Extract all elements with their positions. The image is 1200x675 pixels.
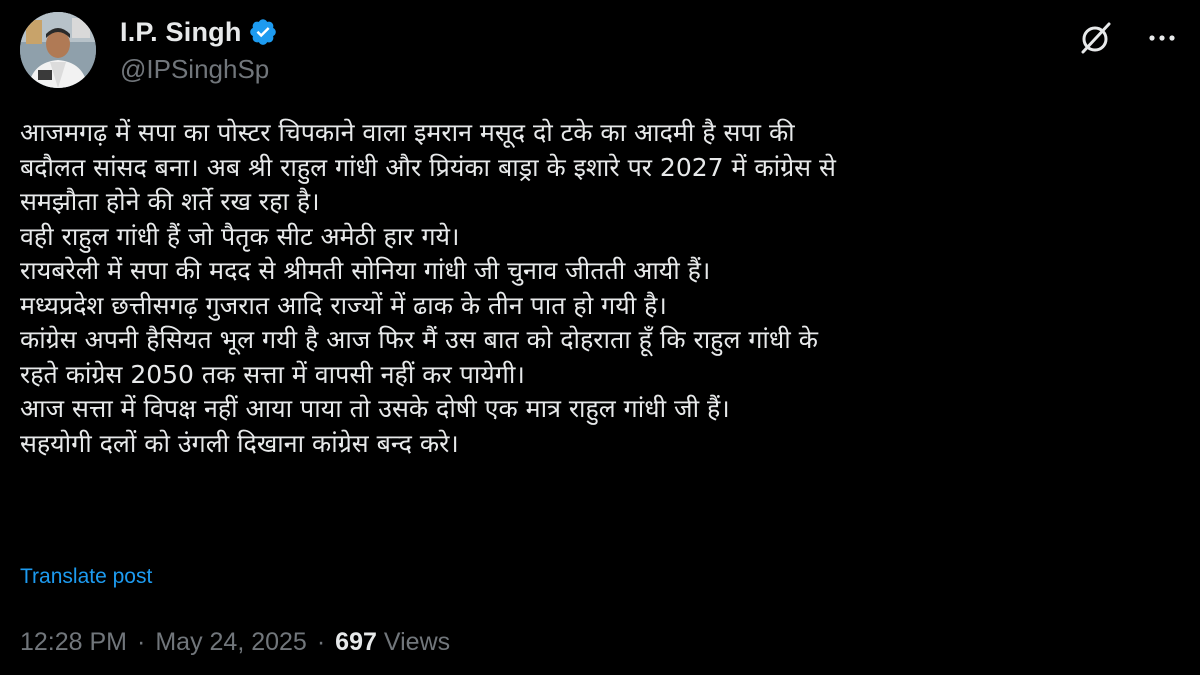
tweet-text-line: रायबरेली में सपा की मदद से श्रीमती सोनिय… — [20, 256, 711, 285]
tweet-text-line: आज सत्ता में विपक्ष नहीं आया पाया तो उसक… — [20, 394, 730, 423]
tweet-text-line: बदौलत सांसद बना। अब श्री राहुल गांधी और … — [20, 152, 836, 182]
header-actions — [1078, 20, 1180, 56]
author-info: I.P. Singh @IPSinghSp — [120, 14, 278, 85]
tweet-text-line: सहयोगी दलों को उंगली दिखाना कांग्रेस बन्… — [20, 428, 459, 458]
separator: · — [137, 628, 146, 656]
author-name[interactable]: I.P. Singh — [120, 17, 242, 48]
separator: · — [316, 628, 326, 656]
grok-icon[interactable] — [1078, 20, 1114, 56]
tweet-text: आजमगढ़ में सपा का पोस्टर चिपकाने वाला इम… — [20, 116, 1180, 461]
post-date[interactable]: May 24, 2025 — [155, 628, 307, 657]
tweet-metadata: 12:28 PM · May 24, 2025 · 697 Views — [20, 628, 450, 657]
views-count[interactable]: 697 — [335, 628, 377, 657]
verified-badge-icon[interactable] — [248, 17, 278, 47]
more-options-icon[interactable] — [1144, 20, 1180, 56]
author-name-row: I.P. Singh — [120, 14, 278, 50]
post-time[interactable]: 12:28 PM — [20, 628, 127, 657]
avatar[interactable] — [20, 12, 96, 88]
tweet-text-line: रहते कांग्रेस 2050 तक सत्ता में वापसी नह… — [20, 359, 525, 389]
tweet-text-line: कांग्रेस अपनी हैसियत भूल गयी है आज फिर म… — [20, 325, 818, 354]
translate-post-link[interactable]: Translate post — [20, 565, 152, 589]
tweet-text-line: मध्यप्रदेश छत्तीसगढ़ गुजरात आदि राज्यों … — [20, 290, 667, 320]
tweet-text-line: आजमगढ़ में सपा का पोस्टर चिपकाने वाला इम… — [20, 118, 795, 147]
tweet-text-line: वही राहुल गांधी हैं जो पैतृक सीट अमेठी ह… — [20, 221, 460, 251]
tweet-text-line: समझौता होने की शर्ते रख रहा है। — [20, 187, 320, 216]
author-handle[interactable]: @IPSinghSp — [120, 54, 278, 85]
tweet-header: I.P. Singh @IPSinghSp — [20, 12, 1180, 92]
views-label: Views — [383, 628, 451, 656]
